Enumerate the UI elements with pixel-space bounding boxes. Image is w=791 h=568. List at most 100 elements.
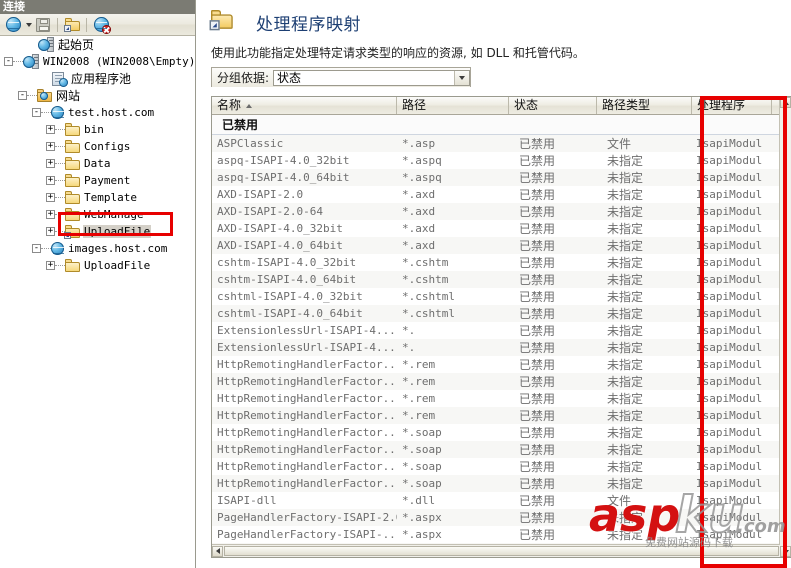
table-row[interactable]: AXD-ISAPI-2.0-64 *.axd 已禁用 未指定 IsapiModul [212, 203, 791, 220]
cell-handler: IsapiModul [696, 273, 763, 286]
grid-vertical-scrollbar[interactable] [779, 97, 791, 557]
connect-to-dropdown[interactable] [3, 15, 23, 34]
table-row[interactable]: ExtensionlessUrl-ISAPI-4.... *. 已禁用 未指定 Isap… [212, 322, 791, 339]
expand-toggle-icon[interactable]: + [46, 227, 55, 236]
cell-handler: IsapiModul [696, 222, 763, 235]
table-row[interactable]: aspq-ISAPI-4.0_32bit *.aspq 已禁用 未指定 IsapiMod… [212, 152, 791, 169]
expand-toggle-icon[interactable]: + [46, 142, 55, 151]
table-row[interactable]: ASPClassic *.asp 已禁用 文件 IsapiModul [212, 135, 791, 152]
table-row[interactable]: PageHandlerFactory-ISAPI-2.0 *.aspx 已禁用 未指定… [212, 509, 791, 526]
cell-handler: IsapiModul [696, 256, 763, 269]
tree-item-template[interactable]: + Template [0, 189, 194, 206]
collapse-toggle-icon[interactable]: - [32, 244, 41, 253]
scroll-down-button[interactable] [780, 546, 791, 557]
cell-handler: IsapiModul [696, 290, 763, 303]
connections-toolbar [0, 14, 195, 36]
scroll-up-button[interactable] [780, 97, 791, 108]
tree-item-[interactable]: - 网站 [0, 87, 194, 104]
horizontal-scroll-thumb[interactable] [224, 546, 779, 556]
cell-path-type: 未指定 [607, 273, 644, 287]
table-row[interactable]: HttpRemotingHandlerFactor... *.soap 已禁用 未指定… [212, 441, 791, 458]
table-row[interactable]: HttpRemotingHandlerFactor... *.rem 已禁用 未指定 I… [212, 407, 791, 424]
save-connections-button[interactable] [33, 15, 53, 34]
cell-path-type: 未指定 [607, 477, 644, 491]
table-row[interactable]: HttpRemotingHandlerFactor... *.rem 已禁用 未指定 I… [212, 390, 791, 407]
column-header-state[interactable]: 状态 [509, 97, 597, 114]
connect-to-caret[interactable] [23, 15, 33, 34]
cell-path-type: 未指定 [607, 171, 644, 185]
table-row[interactable]: ISAPI-dll *.dll 已禁用 文件 IsapiModul [212, 492, 791, 509]
cell-path: *.soap [402, 460, 442, 473]
collapse-toggle-icon[interactable]: - [32, 108, 41, 117]
column-header-handler[interactable]: 处理程序 [692, 97, 772, 114]
expand-toggle-icon[interactable]: + [46, 210, 55, 219]
handler-mappings-grid[interactable]: 名称 路径 状态 路径类型 处理程序 已禁用 ASPClassic *.asp 已禁用 文件 I… [211, 96, 791, 558]
tree-item-webmanage[interactable]: + WebManage [0, 206, 194, 223]
cell-path: *.axd [402, 239, 436, 252]
chevron-down-icon[interactable] [454, 70, 469, 85]
table-row[interactable]: cshtml-ISAPI-4.0_32bit *.cshtml 已禁用 未指定 Isap… [212, 288, 791, 305]
tree-item-uploadfile[interactable]: + UploadFile [0, 257, 194, 274]
grid-horizontal-scrollbar[interactable] [212, 544, 780, 557]
column-header-name[interactable]: 名称 [212, 97, 397, 114]
grid-group-label: 已禁用 [222, 118, 259, 132]
table-row[interactable]: PageHandlerFactory-ISAPI-... *.aspx 已禁用 未指定… [212, 526, 791, 543]
tree-item-win2008-win2008-empty[interactable]: - WIN2008 (WIN2008\Empty) [0, 53, 194, 70]
tree-item-uploadfile[interactable]: + UploadFile [0, 223, 194, 240]
tree-connector [55, 162, 65, 165]
expand-toggle-icon[interactable]: + [46, 159, 55, 168]
table-row[interactable]: ExtensionlessUrl-ISAPI-4.... *. 已禁用 未指定 Isap… [212, 339, 791, 356]
table-row[interactable]: cshtml-ISAPI-4.0_64bit *.cshtml 已禁用 未指定 Isap… [212, 305, 791, 322]
column-header-path-type[interactable]: 路径类型 [597, 97, 692, 114]
connections-tree[interactable]: 起始页 - WIN2008 (WIN2008\Empty) 应用程序池 - 网站 - test… [0, 36, 194, 568]
table-row[interactable]: cshtm-ISAPI-4.0_64bit *.cshtm 已禁用 未指定 IsapiM… [212, 271, 791, 288]
tree-item-label: UploadFile [84, 259, 151, 272]
table-row[interactable]: HttpRemotingHandlerFactor... *.rem 已禁用 未指定 I… [212, 373, 791, 390]
cell-path: *.soap [402, 477, 442, 490]
cell-path-type: 未指定 [607, 426, 644, 440]
cell-state: 已禁用 [519, 477, 556, 491]
table-row[interactable]: AXD-ISAPI-4.0_64bit *.axd 已禁用 未指定 IsapiModul [212, 237, 791, 254]
expand-toggle-icon[interactable]: + [46, 125, 55, 134]
tree-item-configs[interactable]: + Configs [0, 138, 194, 155]
expand-toggle-icon[interactable]: + [46, 193, 55, 202]
expand-toggle-icon[interactable]: + [46, 176, 55, 185]
collapse-toggle-icon[interactable]: - [4, 57, 13, 66]
grid-group-header[interactable]: 已禁用 [212, 115, 791, 135]
group-by-select[interactable]: 状态 [273, 69, 470, 86]
tree-item-data[interactable]: + Data [0, 155, 194, 172]
table-row[interactable]: cshtm-ISAPI-4.0_32bit *.cshtm 已禁用 未指定 IsapiM… [212, 254, 791, 271]
tree-item-payment[interactable]: + Payment [0, 172, 194, 189]
column-header-path[interactable]: 路径 [397, 97, 509, 114]
tree-item-label: test.host.com [68, 106, 155, 119]
tree-connector [55, 264, 65, 267]
chevron-down-icon [25, 22, 32, 27]
open-site-button[interactable] [62, 15, 82, 34]
cell-path-type: 未指定 [607, 188, 644, 202]
tree-item-[interactable]: 应用程序池 [0, 70, 194, 87]
table-row[interactable]: HttpRemotingHandlerFactor... *.soap 已禁用 未指定… [212, 475, 791, 492]
collapse-toggle-icon[interactable]: - [18, 91, 27, 100]
cell-name: AXD-ISAPI-2.0 [217, 188, 304, 201]
table-row[interactable]: aspq-ISAPI-4.0_64bit *.aspq 已禁用 未指定 IsapiMod… [212, 169, 791, 186]
expand-toggle-icon[interactable]: + [46, 261, 55, 270]
table-row[interactable]: HttpRemotingHandlerFactor... *.soap 已禁用 未指定… [212, 424, 791, 441]
cell-state: 已禁用 [519, 460, 556, 474]
grid-body[interactable]: ASPClassic *.asp 已禁用 文件 IsapiModul aspq-ISAPI… [212, 135, 791, 557]
sort-asc-icon [246, 103, 253, 108]
disconnect-button[interactable] [91, 15, 111, 34]
cell-state: 已禁用 [519, 341, 556, 355]
table-row[interactable]: HttpRemotingHandlerFactor... *.soap 已禁用 未指定… [212, 458, 791, 475]
tree-item-[interactable]: 起始页 [0, 36, 194, 53]
cell-name: HttpRemotingHandlerFactor... [217, 460, 397, 473]
table-row[interactable]: AXD-ISAPI-4.0_32bit *.axd 已禁用 未指定 IsapiModul [212, 220, 791, 237]
table-row[interactable]: AXD-ISAPI-2.0 *.axd 已禁用 未指定 IsapiModul [212, 186, 791, 203]
tree-item-bin[interactable]: + bin [0, 121, 194, 138]
tree-item-test-host-com[interactable]: - test.host.com [0, 104, 194, 121]
table-row[interactable]: HttpRemotingHandlerFactor... *.rem 已禁用 未指定 I… [212, 356, 791, 373]
tree-item-label: WebManage [84, 208, 144, 221]
column-header-label: 路径 [402, 98, 427, 112]
tree-item-images-host-com[interactable]: - images.host.com [0, 240, 194, 257]
scroll-left-button[interactable] [212, 545, 223, 557]
cell-path: *.axd [402, 188, 436, 201]
